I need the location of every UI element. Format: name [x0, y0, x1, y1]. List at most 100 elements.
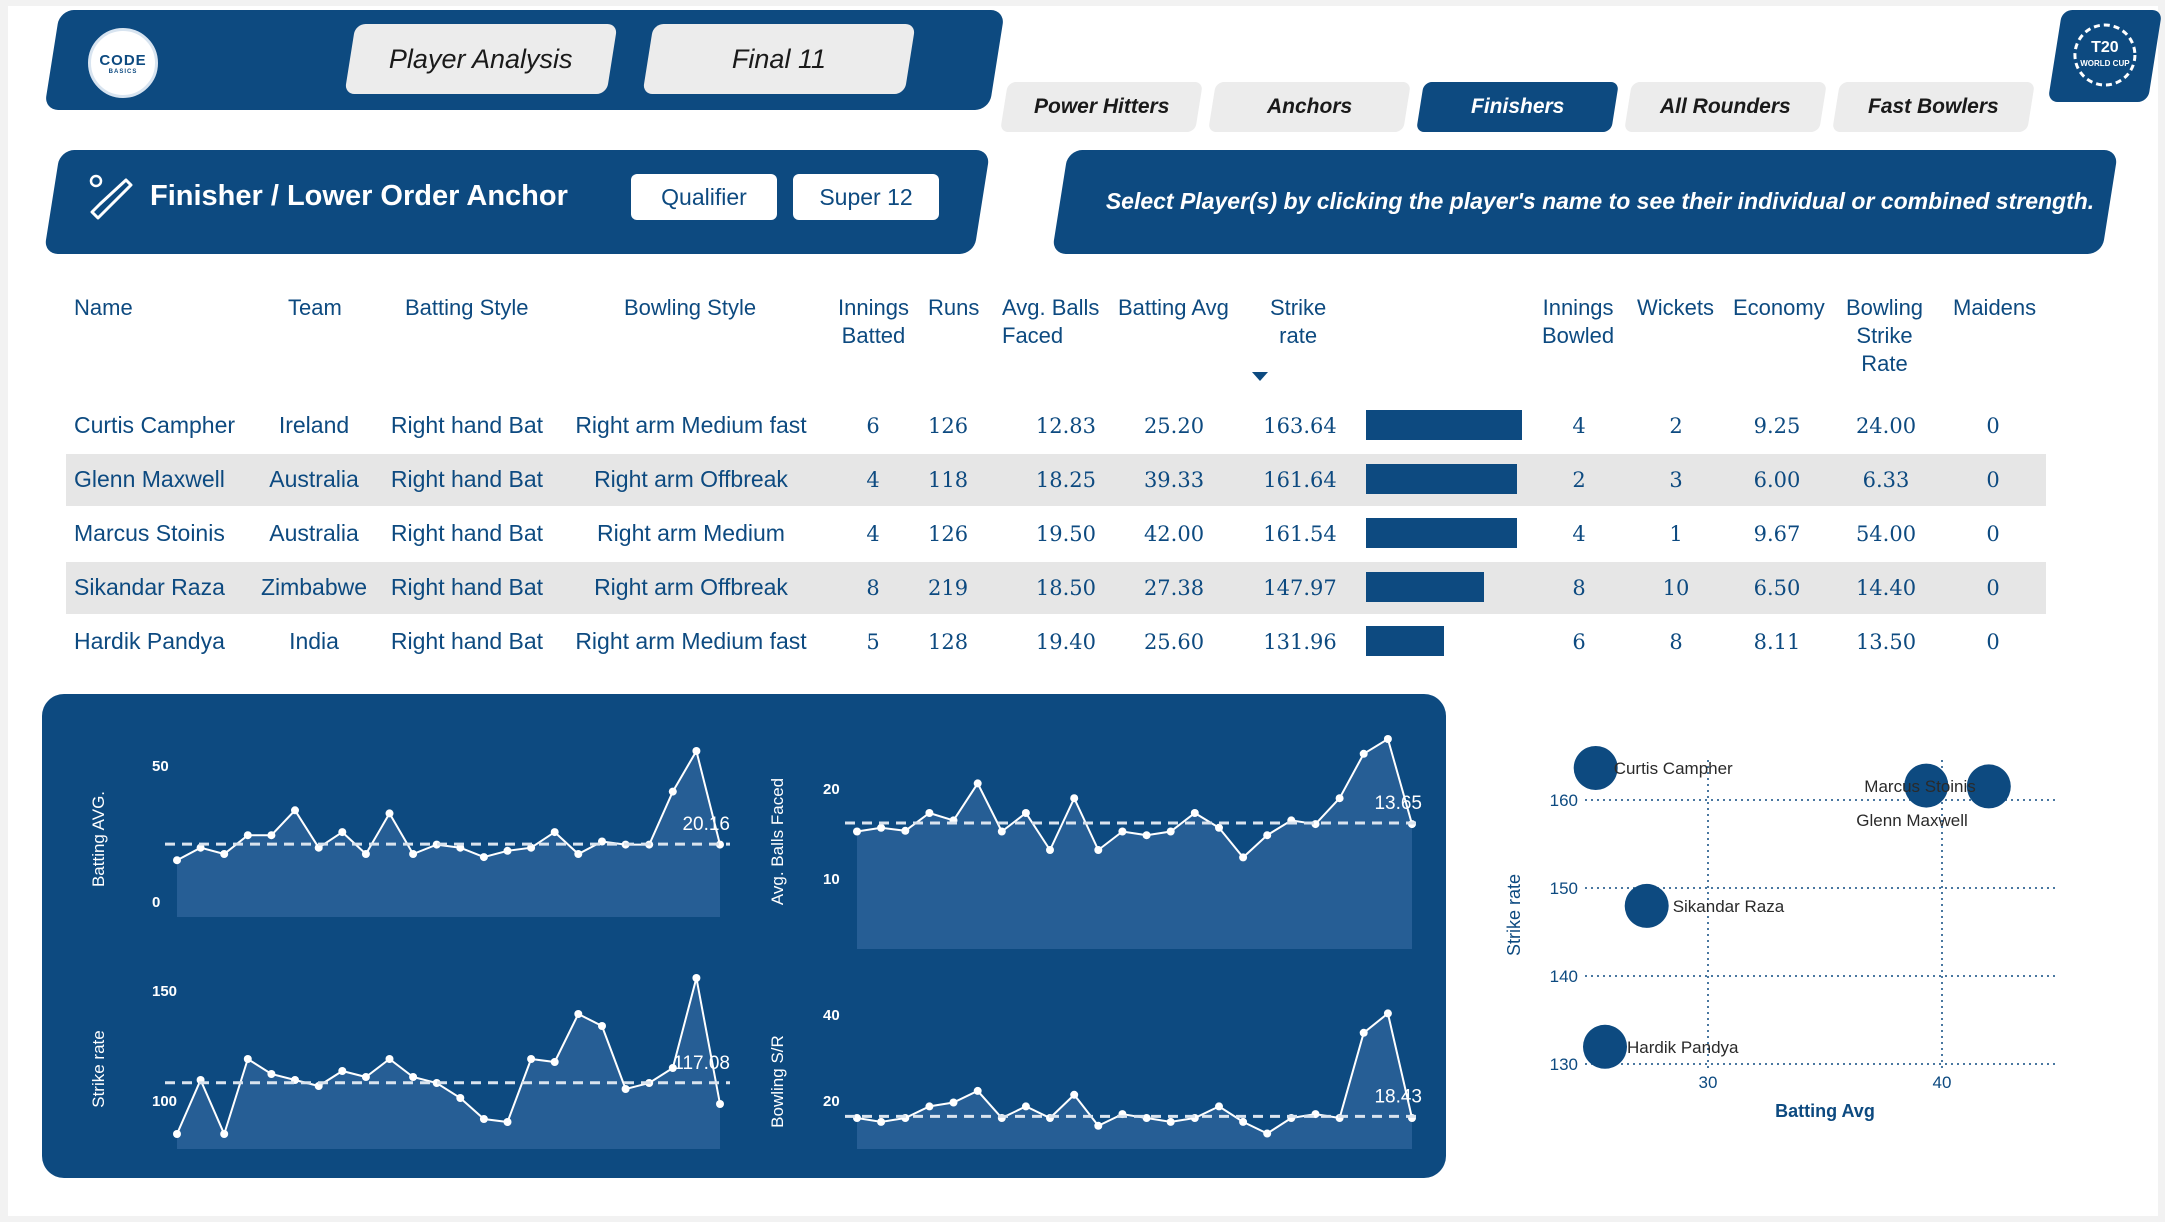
chart-point[interactable]: [173, 1130, 181, 1138]
col-avg-balls-faced[interactable]: Avg. Balls Faced: [1002, 294, 1099, 350]
chart-point[interactable]: [901, 826, 910, 835]
chart-point[interactable]: [1021, 1102, 1030, 1111]
scatter-point[interactable]: [1573, 746, 1618, 790]
table-row[interactable]: Sikandar Raza Zimbabwe Right hand Bat Right…: [66, 562, 2046, 614]
chart-point[interactable]: [574, 1010, 583, 1018]
tab-all-rounders[interactable]: All Rounders: [1624, 82, 1827, 132]
table-row[interactable]: Marcus Stoinis Australia Right hand Bat Rig…: [66, 508, 2046, 560]
chart-point[interactable]: [550, 828, 559, 837]
chart-point[interactable]: [692, 747, 701, 755]
chart-point[interactable]: [716, 1100, 724, 1108]
chart-point[interactable]: [220, 850, 229, 858]
col-innings-bowled[interactable]: Innings Bowled: [1542, 294, 1614, 350]
col-batting-avg[interactable]: Batting Avg: [1118, 294, 1229, 322]
col-bowling-strike-rate[interactable]: Bowling Strike Rate: [1846, 294, 1923, 378]
chart-point[interactable]: [574, 850, 583, 858]
chart-point[interactable]: [291, 806, 299, 815]
super-12-filter-button[interactable]: Super 12: [793, 174, 939, 220]
tab-finishers[interactable]: Finishers: [1416, 82, 1619, 132]
final-11-button[interactable]: Final 11: [642, 24, 916, 94]
chart-point[interactable]: [973, 779, 982, 788]
chart-point[interactable]: [1166, 827, 1175, 836]
qualifier-filter-button[interactable]: Qualifier: [631, 174, 777, 220]
chart-point[interactable]: [621, 1085, 630, 1093]
sort-descending-icon[interactable]: [1252, 372, 1268, 381]
col-wickets[interactable]: Wickets: [1637, 294, 1714, 322]
chart-point[interactable]: [1166, 1117, 1175, 1126]
chart-point[interactable]: [243, 831, 252, 840]
player-analysis-button[interactable]: Player Analysis: [344, 24, 618, 94]
col-name[interactable]: Name: [74, 294, 133, 322]
chart-point[interactable]: [949, 1098, 958, 1107]
chart-point[interactable]: [1046, 846, 1054, 854]
col-team[interactable]: Team: [288, 294, 342, 322]
chart-point[interactable]: [1383, 735, 1392, 743]
chart-point[interactable]: [1094, 846, 1103, 854]
player-name[interactable]: Marcus Stoinis: [74, 520, 225, 547]
chart-point[interactable]: [1239, 853, 1248, 862]
chart-point[interactable]: [1359, 749, 1368, 758]
col-economy[interactable]: Economy: [1733, 294, 1825, 322]
chart-point[interactable]: [267, 1070, 276, 1078]
chart-point[interactable]: [409, 1073, 418, 1081]
chart-point[interactable]: [1263, 1129, 1272, 1138]
chart-point[interactable]: [598, 1022, 606, 1030]
chart-point[interactable]: [385, 809, 394, 818]
table-row[interactable]: Curtis Campher Ireland Right hand Bat Right…: [66, 400, 2046, 452]
chart-point[interactable]: [1021, 809, 1030, 817]
col-batting-style[interactable]: Batting Style: [405, 294, 529, 322]
table-row[interactable]: Glenn Maxwell Australia Right hand Bat Righ…: [66, 454, 2046, 506]
chart-point[interactable]: [503, 1118, 512, 1126]
player-name[interactable]: Sikandar Raza: [74, 574, 225, 601]
chart-point[interactable]: [1383, 1009, 1392, 1018]
chart-point[interactable]: [1239, 1117, 1248, 1126]
chart-point[interactable]: [243, 1055, 252, 1063]
chart-point[interactable]: [1215, 1102, 1223, 1111]
player-name[interactable]: Glenn Maxwell: [74, 466, 225, 493]
col-innings-batted[interactable]: Innings Batted: [838, 294, 909, 350]
chart-point[interactable]: [692, 974, 701, 982]
col-bowling-style[interactable]: Bowling Style: [624, 294, 756, 322]
chart-point[interactable]: [925, 1102, 934, 1111]
chart-point[interactable]: [1190, 809, 1199, 817]
chart-point[interactable]: [997, 827, 1006, 836]
chart-point[interactable]: [479, 853, 488, 862]
chart-point[interactable]: [973, 1086, 982, 1095]
chart-point[interactable]: [925, 809, 934, 817]
chart-point[interactable]: [267, 831, 276, 840]
chart-point[interactable]: [1335, 794, 1344, 803]
chart-point[interactable]: [1215, 823, 1223, 832]
col-runs[interactable]: Runs: [928, 294, 979, 322]
tab-fast-bowlers[interactable]: Fast Bowlers: [1832, 82, 2035, 132]
chart-point[interactable]: [385, 1055, 394, 1063]
player-name[interactable]: Hardik Pandya: [74, 628, 225, 655]
scatter-point[interactable]: [1583, 1024, 1627, 1069]
chart-point[interactable]: [1142, 831, 1151, 840]
chart-point[interactable]: [338, 828, 347, 837]
chart-point[interactable]: [877, 823, 886, 832]
col-strike-rate[interactable]: Strike rate: [1270, 294, 1326, 350]
table-row[interactable]: Hardik Pandya India Right hand Bat Right ar…: [66, 616, 2046, 668]
tab-anchors[interactable]: Anchors: [1208, 82, 1411, 132]
chart-point[interactable]: [503, 846, 512, 855]
chart-point[interactable]: [527, 1055, 536, 1063]
chart-point[interactable]: [173, 856, 181, 865]
chart-point[interactable]: [456, 1094, 465, 1102]
chart-point[interactable]: [1263, 831, 1272, 840]
chart-point[interactable]: [877, 1117, 886, 1126]
chart-point[interactable]: [853, 827, 861, 836]
chart-point[interactable]: [361, 1073, 370, 1081]
col-maidens[interactable]: Maidens: [1953, 294, 2036, 322]
chart-point[interactable]: [1359, 1028, 1368, 1037]
chart-point[interactable]: [1070, 794, 1079, 803]
chart-point[interactable]: [1118, 827, 1127, 836]
player-name[interactable]: Curtis Campher: [74, 412, 235, 439]
chart-point[interactable]: [361, 850, 370, 858]
chart-point[interactable]: [1094, 1121, 1103, 1130]
scatter-point[interactable]: [1624, 883, 1669, 928]
chart-point[interactable]: [338, 1067, 347, 1075]
chart-point[interactable]: [409, 850, 418, 858]
chart-point[interactable]: [220, 1130, 229, 1138]
chart-point[interactable]: [1070, 1090, 1079, 1099]
chart-point[interactable]: [479, 1115, 488, 1123]
